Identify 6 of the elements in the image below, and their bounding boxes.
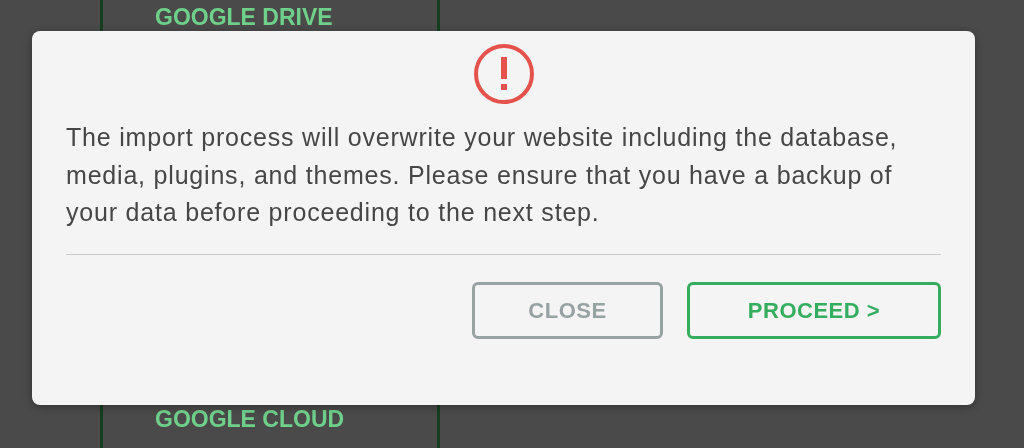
warning-icon: [472, 43, 535, 105]
close-button[interactable]: CLOSE: [472, 281, 663, 339]
service-label: GOOGLE CLOUD: [155, 405, 346, 432]
proceed-button[interactable]: PROCEED >: [687, 281, 941, 339]
service-label: GOOGLE DRIVE: [155, 4, 334, 31]
dialog-message: The import process will overwrite your website including the database, media, plugins, and themes. Please ensure that you have a backup of your data before proceeding to the next step.: [66, 122, 899, 228]
